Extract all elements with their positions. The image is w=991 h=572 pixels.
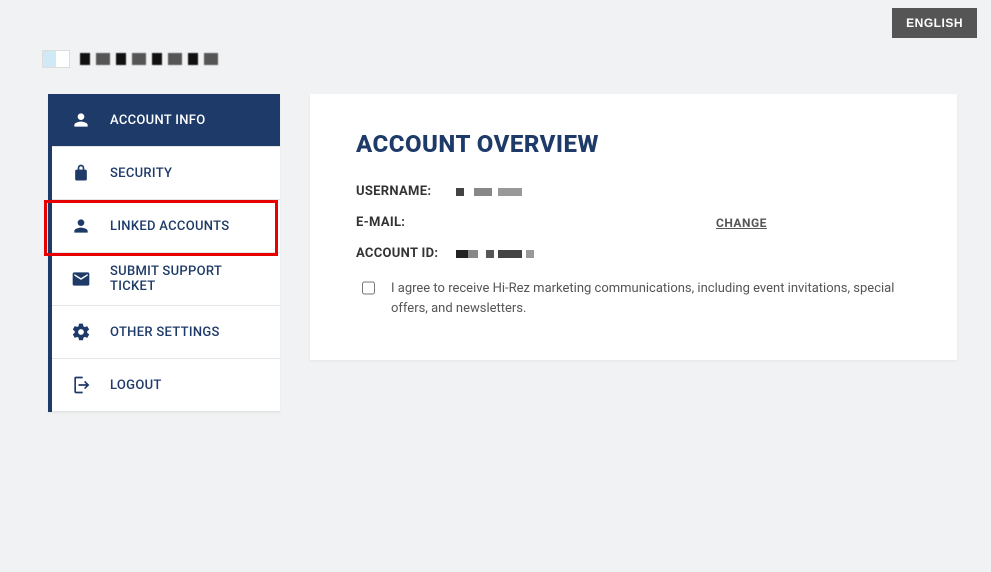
logo <box>42 48 222 68</box>
username-label: USERNAME: <box>356 184 456 199</box>
username-value <box>456 184 556 199</box>
marketing-consent-row: I agree to receive Hi-Rez marketing comm… <box>356 279 911 318</box>
sidebar-item-label: ACCOUNT INFO <box>110 113 205 128</box>
account-id-value <box>456 246 556 261</box>
sidebar-item-label: SECURITY <box>110 166 172 181</box>
sidebar-item-label: LOGOUT <box>110 378 162 393</box>
sidebar-item-support-ticket[interactable]: SUBMIT SUPPORT TICKET <box>52 253 280 306</box>
sidebar-item-label: OTHER SETTINGS <box>110 325 220 340</box>
page-title: ACCOUNT OVERVIEW <box>356 130 911 158</box>
account-id-label: ACCOUNT ID: <box>356 246 456 261</box>
sidebar-item-linked-accounts[interactable]: LINKED ACCOUNTS <box>52 200 280 253</box>
sidebar: ACCOUNT INFO SECURITY LINKED ACCOUNTS SU… <box>48 94 280 412</box>
marketing-consent-checkbox[interactable] <box>362 281 375 295</box>
logout-icon <box>70 374 92 396</box>
lock-icon <box>70 162 92 184</box>
person-icon <box>70 215 92 237</box>
language-button[interactable]: ENGLISH <box>892 8 977 38</box>
username-row: USERNAME: <box>356 184 911 199</box>
sidebar-item-label: LINKED ACCOUNTS <box>110 219 229 234</box>
email-row: E-MAIL: CHANGE <box>356 215 911 230</box>
main-panel: ACCOUNT OVERVIEW USERNAME: E-MAIL: CHANG… <box>310 94 957 360</box>
change-email-link[interactable]: CHANGE <box>716 216 767 230</box>
account-id-row: ACCOUNT ID: <box>356 246 911 261</box>
sidebar-item-other-settings[interactable]: OTHER SETTINGS <box>52 306 280 359</box>
sidebar-item-account-info[interactable]: ACCOUNT INFO <box>52 94 280 147</box>
marketing-consent-text: I agree to receive Hi-Rez marketing comm… <box>391 279 911 318</box>
mail-icon <box>70 268 92 290</box>
email-label: E-MAIL: <box>356 215 456 230</box>
gear-icon <box>70 321 92 343</box>
person-icon <box>70 109 92 131</box>
sidebar-item-label: SUBMIT SUPPORT TICKET <box>110 264 262 294</box>
logo-icon <box>42 50 70 68</box>
sidebar-item-logout[interactable]: LOGOUT <box>52 359 280 412</box>
sidebar-item-security[interactable]: SECURITY <box>52 147 280 200</box>
logo-text-redacted <box>80 53 220 65</box>
